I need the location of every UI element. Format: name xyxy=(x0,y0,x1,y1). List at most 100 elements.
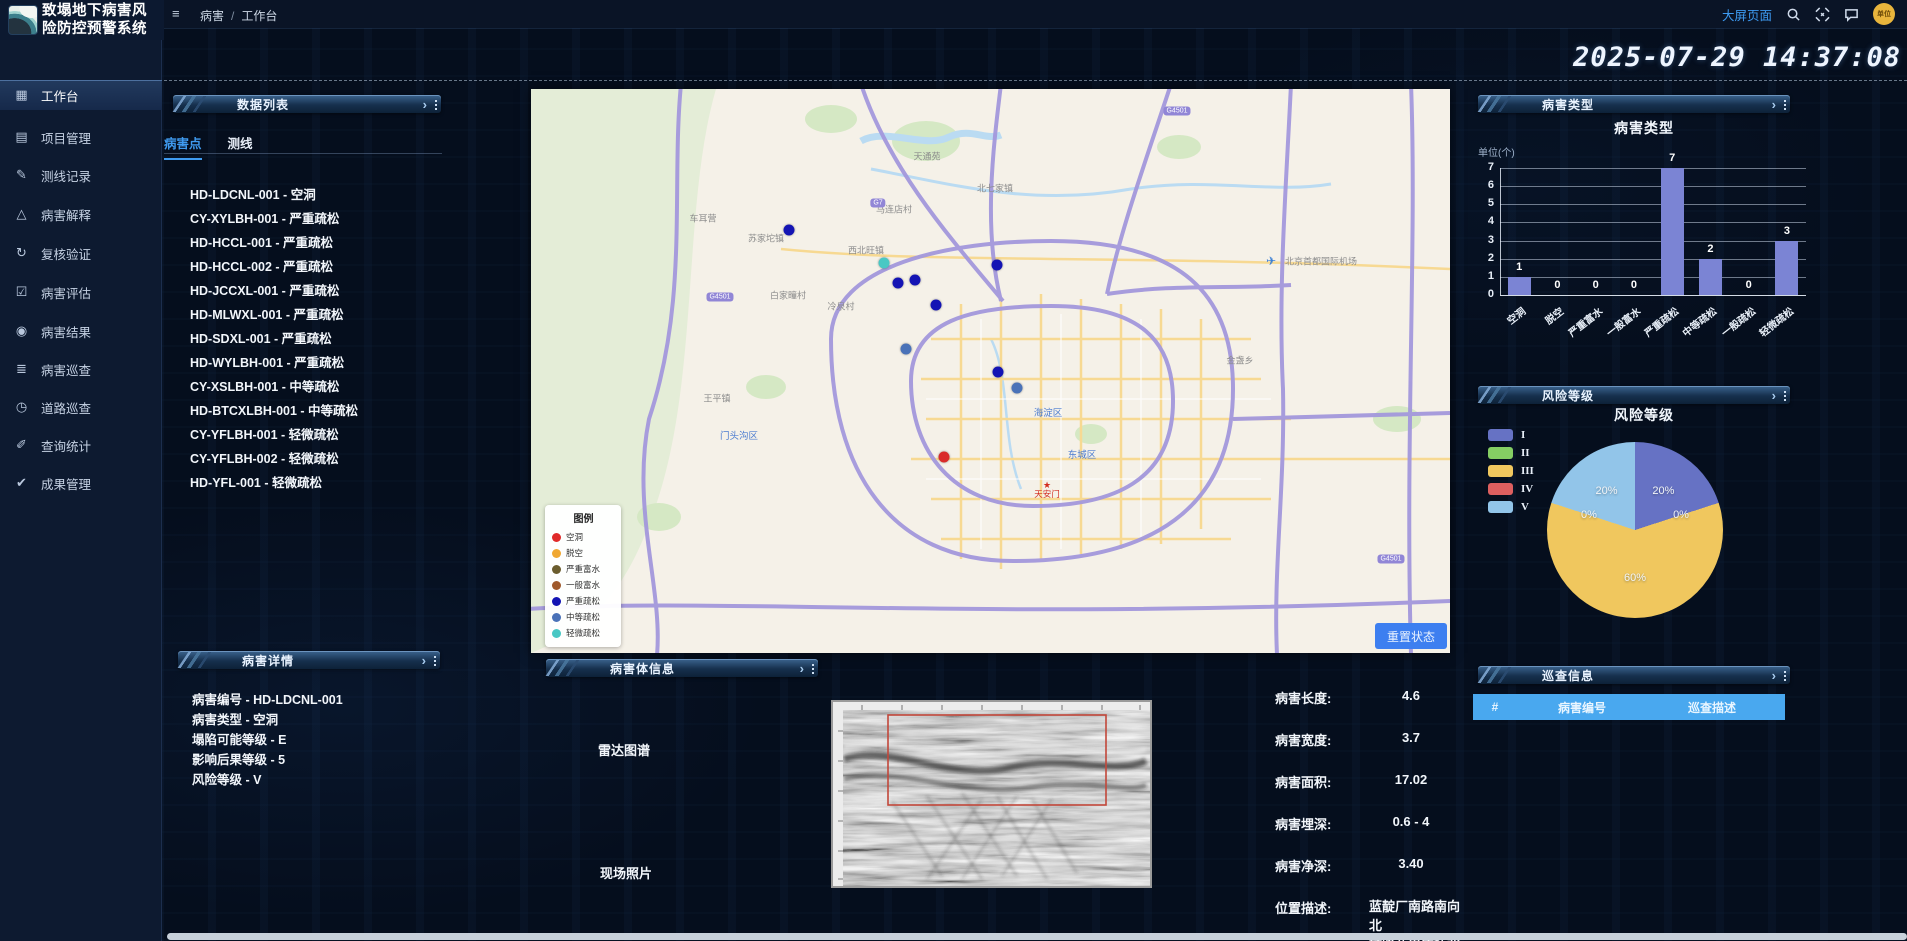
panel-collapse-arrow[interactable]: › xyxy=(423,97,427,112)
top-bar: ≡ 病害 / 工作台 大屏页面 单位 xyxy=(0,0,1907,28)
bar-4 xyxy=(1661,168,1684,295)
metric-row: 病害净深:3.40 xyxy=(1275,856,1467,875)
disease-point-marker[interactable] xyxy=(992,260,1003,271)
metric-row: 病害宽度:3.7 xyxy=(1275,730,1467,749)
sidebar-item-label: 查询统计 xyxy=(41,436,91,455)
pie-slice-label: 20% xyxy=(1652,485,1674,497)
bar-5 xyxy=(1699,259,1722,295)
map-legend-item: 中等疏松 xyxy=(552,609,621,625)
panel-collapse-arrow[interactable]: › xyxy=(422,653,426,668)
pie-legend-item[interactable]: IV xyxy=(1488,483,1534,495)
disease-point-item[interactable]: HD-HCCL-001 - 严重疏松 xyxy=(190,231,470,255)
map-place-label: 车耳营 xyxy=(689,212,716,225)
panel-collapse-arrow[interactable]: › xyxy=(1772,97,1776,112)
bar-7 xyxy=(1775,241,1798,295)
tab-survey-lines[interactable]: 测线 xyxy=(228,133,253,160)
map-place-label: 北七家镇 xyxy=(977,182,1013,195)
metric-row: 病害面积:17.02 xyxy=(1275,772,1467,791)
disease-point-marker[interactable] xyxy=(1012,383,1023,394)
data-list-tabs: 病害点测线 xyxy=(164,133,253,160)
disease-point-item[interactable]: CY-XSLBH-001 - 中等疏松 xyxy=(190,375,470,399)
panel-dots-icon xyxy=(1784,669,1786,681)
user-avatar[interactable]: 单位 xyxy=(1873,3,1895,25)
panel-dots-icon xyxy=(812,662,814,674)
disease-point-marker[interactable] xyxy=(893,278,904,289)
sidebar-item-result[interactable]: ◉病害结果 xyxy=(0,316,162,346)
map-place-label: 冷泉村 xyxy=(827,300,854,313)
road-number-badge: G7 xyxy=(870,199,885,208)
sidebar-item-achievement[interactable]: ✔成果管理 xyxy=(0,468,162,498)
project-icon: ▤ xyxy=(14,129,29,145)
content-divider xyxy=(164,80,1907,81)
sidebar-item-interpret[interactable]: △病害解释 xyxy=(0,199,162,229)
search-icon[interactable] xyxy=(1786,7,1801,22)
disease-point-item[interactable]: HD-WYLBH-001 - 严重疏松 xyxy=(190,351,470,375)
disease-point-marker[interactable] xyxy=(879,258,890,269)
tab-disease-points[interactable]: 病害点 xyxy=(164,133,202,160)
pie-legend-item[interactable]: I xyxy=(1488,429,1534,441)
pie-legend-item[interactable]: V xyxy=(1488,501,1534,513)
horizontal-scrollbar[interactable] xyxy=(167,933,1907,940)
collapse-menu-icon[interactable]: ≡ xyxy=(172,7,188,21)
beijing-map[interactable]: 苏家坨镇西北旺镇白家疃村冷泉村车耳营马连店村北七家镇天通苑金盏乡王平镇海淀区东城… xyxy=(531,89,1450,653)
disease-point-item[interactable]: CY-YFLBH-001 - 轻微疏松 xyxy=(190,423,470,447)
panel-collapse-arrow[interactable]: › xyxy=(1772,388,1776,403)
radar-image-label: 雷达图谱 xyxy=(598,740,650,759)
sidebar-item-disease-patrol[interactable]: ≣病害巡查 xyxy=(0,354,162,384)
panel-dots-icon xyxy=(1784,389,1786,401)
disease-point-marker[interactable] xyxy=(901,344,912,355)
sidebar-item-query-stats[interactable]: ✐查询统计 xyxy=(0,430,162,460)
detail-field: 塌陷可能等级 - E xyxy=(192,730,472,750)
review-icon: ↻ xyxy=(14,245,29,261)
gpr-radar-image[interactable] xyxy=(831,700,1152,888)
sidebar-item-road-patrol[interactable]: ◷道路巡查 xyxy=(0,392,162,422)
workbench-icon: ▦ xyxy=(14,87,29,103)
disease-point-item[interactable]: HD-LDCNL-001 - 空洞 xyxy=(190,183,470,207)
sidebar-nav: ▦ 工作台 ▤项目管理 ✎ 测线记录 △病害解释 ↻复核验证 ☑病害评估 ◉病害结果 ≣病害巡查 ◷… xyxy=(0,40,162,941)
detail-field: 病害编号 - HD-LDCNL-001 xyxy=(192,690,472,710)
disease-point-item[interactable]: HD-BTCXLBH-001 - 中等疏松 xyxy=(190,399,470,423)
pie-legend-item[interactable]: II xyxy=(1488,447,1534,459)
panel-collapse-arrow[interactable]: › xyxy=(800,661,804,676)
disease-point-item[interactable]: HD-SDXL-001 - 严重疏松 xyxy=(190,327,470,351)
sidebar-item-label: 测线记录 xyxy=(41,166,91,185)
disease-detail-fields: 病害编号 - HD-LDCNL-001病害类型 - 空洞塌陷可能等级 - E影响… xyxy=(192,690,472,790)
sidebar-item-project[interactable]: ▤项目管理 xyxy=(0,122,162,152)
disease-point-item[interactable]: HD-MLWXL-001 - 严重疏松 xyxy=(190,303,470,327)
map-place-label: 金盏乡 xyxy=(1226,354,1253,367)
detail-field: 病害类型 - 空洞 xyxy=(192,710,472,730)
disease-point-item[interactable]: CY-XYLBH-001 - 严重疏松 xyxy=(190,207,470,231)
sidebar-item-review[interactable]: ↻复核验证 xyxy=(0,238,162,268)
panel-collapse-arrow[interactable]: › xyxy=(1772,668,1776,683)
sidebar-item-label: 工作台 xyxy=(41,86,79,105)
disease-point-item[interactable]: HD-JCCXL-001 - 严重疏松 xyxy=(190,279,470,303)
breadcrumb-current[interactable]: 工作台 xyxy=(241,7,277,24)
disease-point-marker[interactable] xyxy=(784,225,795,236)
bar-0 xyxy=(1508,277,1531,295)
disease-point-item[interactable]: HD-YFL-001 - 轻微疏松 xyxy=(190,471,470,495)
message-icon[interactable] xyxy=(1844,7,1859,22)
sidebar-item-workbench[interactable]: ▦ 工作台 xyxy=(0,80,162,110)
sidebar-item-evaluate[interactable]: ☑病害评估 xyxy=(0,277,162,307)
breadcrumb-parent[interactable]: 病害 xyxy=(200,7,224,24)
sidebar-item-label: 病害巡查 xyxy=(41,360,91,379)
road-number-badge: G4501 xyxy=(1377,555,1404,564)
big-screen-link[interactable]: 大屏页面 xyxy=(1722,5,1772,24)
reset-state-button[interactable]: 重置状态 xyxy=(1375,623,1447,649)
fullscreen-icon[interactable] xyxy=(1815,7,1830,22)
sidebar-item-line-record[interactable]: ✎ 测线记录 xyxy=(0,160,162,190)
road-number-badge: G4501 xyxy=(706,293,733,302)
pie-legend-item[interactable]: III xyxy=(1488,465,1534,477)
pie-slice-label: 0% xyxy=(1581,509,1597,521)
app-brand: 致塌地下病害风险防控预警系统 xyxy=(0,0,164,40)
disease-point-marker[interactable] xyxy=(939,452,950,463)
topbar-actions: 大屏页面 单位 xyxy=(1722,3,1895,25)
map-place-label: 天通苑 xyxy=(913,150,940,163)
disease-point-marker[interactable] xyxy=(931,300,942,311)
detail-field: 风险等级 - V xyxy=(192,770,472,790)
disease-point-item[interactable]: CY-YFLBH-002 - 轻微疏松 xyxy=(190,447,470,471)
line-record-icon: ✎ xyxy=(14,167,29,183)
disease-point-marker[interactable] xyxy=(993,367,1004,378)
disease-point-item[interactable]: HD-HCCL-002 - 严重疏松 xyxy=(190,255,470,279)
disease-point-marker[interactable] xyxy=(910,275,921,286)
